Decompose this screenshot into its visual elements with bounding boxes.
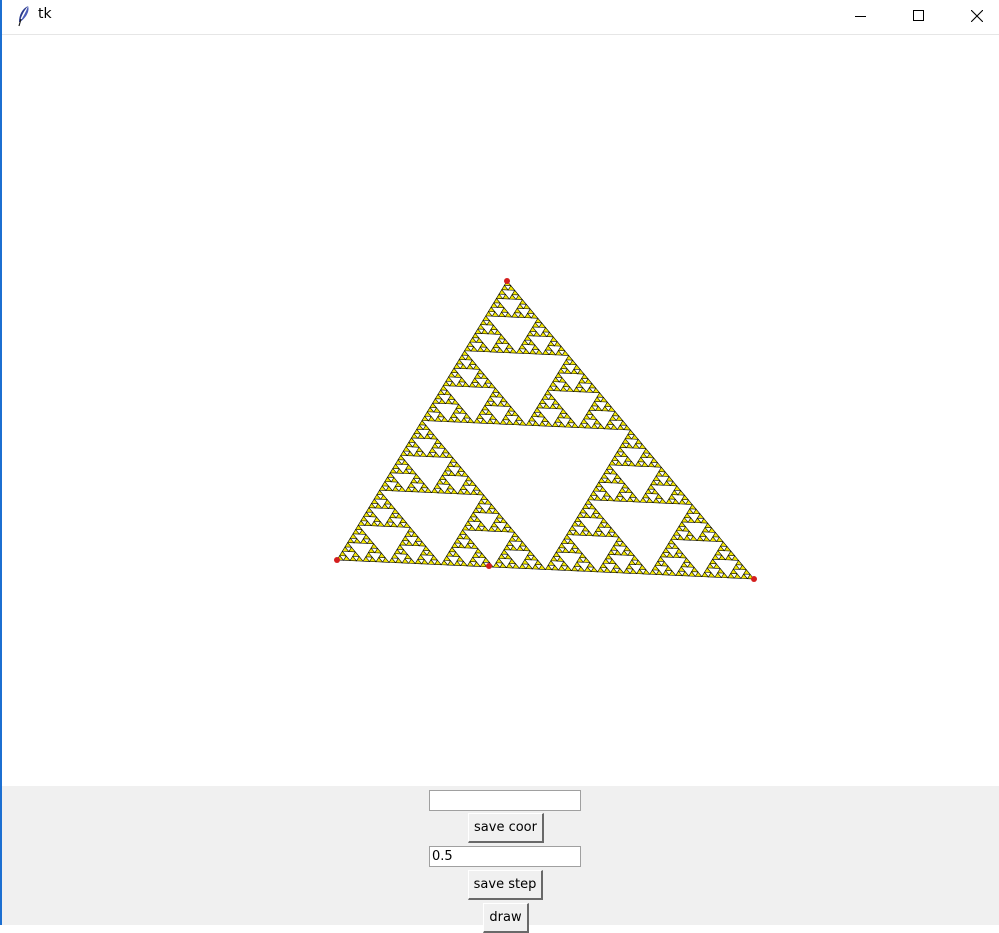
feather-icon [16, 5, 32, 27]
vertex-point [334, 557, 340, 563]
save-step-button[interactable]: save step [468, 870, 543, 900]
coordinates-input[interactable] [429, 790, 581, 811]
drawing-canvas[interactable] [2, 35, 999, 786]
app-window: tk save coor save step draw [0, 0, 999, 933]
minimize-button[interactable] [838, 0, 884, 32]
close-icon [971, 10, 983, 22]
draw-button[interactable]: draw [483, 903, 529, 933]
save-coor-button[interactable]: save coor [468, 813, 544, 843]
close-button[interactable] [954, 0, 999, 32]
maximize-button[interactable] [896, 0, 942, 32]
control-panel: save coor save step draw [2, 786, 999, 933]
title-bar[interactable]: tk [2, 0, 999, 35]
minimize-icon [855, 10, 867, 22]
maximize-icon [913, 10, 925, 22]
window-title: tk [38, 6, 52, 22]
step-input[interactable] [429, 846, 581, 867]
vertex-point [504, 278, 510, 284]
vertex-point [486, 563, 492, 569]
sierpinski-fractal [334, 278, 757, 582]
vertex-point [751, 576, 757, 582]
